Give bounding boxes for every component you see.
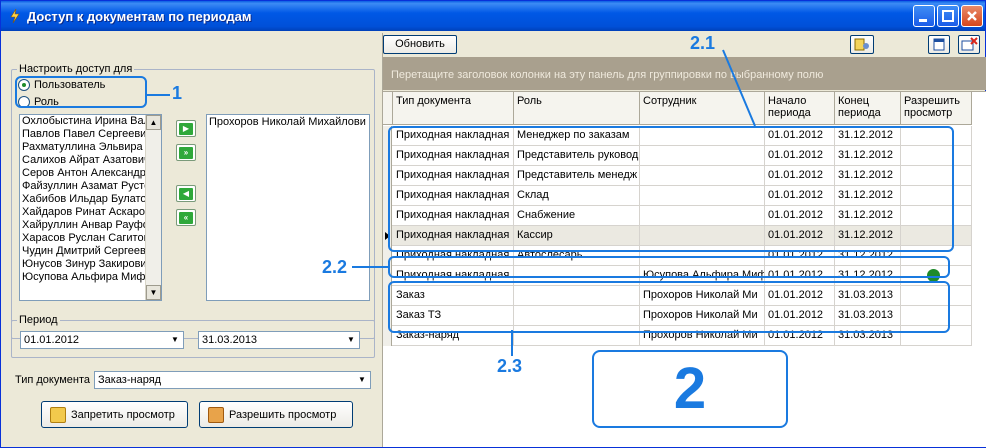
access-for-group: Настроить доступ для Пользователь Роль О… [11, 63, 375, 339]
user-list-item[interactable]: Салихов Айрат Азатович [20, 154, 161, 167]
annotation-box-2-2 [388, 256, 950, 278]
close-window-icon [961, 37, 978, 51]
annotation-label-2: 2 [592, 350, 788, 428]
doc-type-value: Заказ-наряд [98, 374, 162, 386]
annotation-label-2-1: 2.1 [690, 33, 716, 53]
users-listbox[interactable]: Охлобыстина Ирина Вале Павлов Павел Серге… [19, 114, 162, 301]
deny-view-button[interactable]: Запретить просмотр [41, 401, 188, 428]
user-list-item[interactable]: Хайдаров Ринат Аскаров [20, 206, 161, 219]
annotation-box-2-3 [388, 281, 950, 333]
allow-view-button[interactable]: Разрешить просмотр [199, 401, 353, 428]
doc-type-label: Тип документа [15, 374, 91, 386]
remove-all-button[interactable]: « [176, 209, 196, 226]
user-list-item[interactable]: Рахматуллина Эльвира Д [20, 141, 161, 154]
scroll-down-button[interactable]: ▼ [146, 285, 161, 300]
chevron-down-icon: ▼ [358, 375, 366, 384]
annotation-box-1 [15, 76, 147, 108]
user-list-item[interactable]: Файзуллин Азамат Русте [20, 180, 161, 193]
header-doc-type[interactable]: Тип документа [393, 92, 514, 125]
arrow-right-icon: ▶ [179, 122, 193, 135]
app-icon [10, 8, 20, 24]
settings-icon [854, 38, 869, 51]
maximize-button[interactable] [937, 5, 959, 27]
window-layout-button[interactable] [928, 35, 950, 54]
period-legend: Период [17, 314, 60, 326]
users-list-items: Охлобыстина Ирина Вале Павлов Павел Серге… [20, 115, 161, 284]
grid-toolbar: Обновить [383, 33, 986, 57]
minimize-icon [919, 19, 927, 22]
header-indicator [383, 92, 393, 125]
user-list-item[interactable]: Хабибов Ильдар Булатов [20, 193, 161, 206]
period-from-combo[interactable]: 01.01.2012 ▼ [20, 331, 184, 349]
close-window-button[interactable] [958, 35, 980, 54]
header-employee[interactable]: Сотрудник [640, 92, 765, 125]
selected-list-items: Прохоров Николай Михайлови [207, 115, 369, 128]
period-group: Период 01.01.2012 ▼ 31.03.2013 ▼ [11, 314, 375, 358]
header-role[interactable]: Роль [514, 92, 640, 125]
allow-view-label: Разрешить просмотр [229, 408, 337, 421]
window-icon [933, 38, 945, 51]
user-list-item[interactable]: Хайруллин Анвар Рауфов [20, 219, 161, 232]
refresh-button[interactable]: Обновить [383, 35, 457, 54]
add-all-button[interactable]: » [176, 144, 196, 161]
annotation-label-2-3: 2.3 [497, 356, 523, 376]
users-scrollbar[interactable]: ▲ ▼ [145, 115, 161, 300]
chevron-down-icon: ▼ [171, 335, 179, 344]
doc-type-combo[interactable]: Заказ-наряд ▼ [94, 371, 371, 389]
user-list-item[interactable]: Охлобыстина Ирина Вале [20, 115, 161, 128]
user-list-item[interactable]: Юсупова Альфира Мифта [20, 271, 161, 284]
annotation-label-1: 1 [172, 83, 183, 103]
add-selected-button[interactable]: ▶ [176, 120, 196, 137]
user-list-item[interactable]: Серов Антон Александро [20, 167, 161, 180]
remove-selected-button[interactable]: ◀ [176, 185, 196, 202]
arrow-left-icon: ◀ [179, 187, 193, 200]
scroll-up-button[interactable]: ▲ [146, 115, 161, 130]
deny-view-label: Запретить просмотр [71, 408, 175, 421]
window-title: Доступ к документам по периодам [27, 9, 252, 24]
period-to-value: 31.03.2013 [202, 334, 258, 346]
title-bar[interactable]: Доступ к документам по периодам [1, 1, 985, 31]
annotation-box-2-1 [388, 126, 954, 252]
header-allow-view[interactable]: Разрешить просмотр [901, 92, 972, 125]
key-icon [208, 406, 224, 423]
close-button[interactable] [961, 5, 983, 27]
annotation-label-2-2: 2.2 [322, 257, 348, 277]
lock-icon [50, 406, 66, 423]
user-list-item[interactable]: Юнусов Зинур Закирович [20, 258, 161, 271]
group-settings-button[interactable] [850, 35, 874, 54]
close-icon [967, 11, 977, 21]
maximize-icon [942, 10, 954, 22]
user-list-item[interactable]: Павлов Павел Сергееви [20, 128, 161, 141]
header-period-end[interactable]: Конец периода [835, 92, 901, 125]
period-to-combo[interactable]: 31.03.2013 ▼ [198, 331, 360, 349]
user-list-item[interactable]: Харасов Руслан Сагитов [20, 232, 161, 245]
user-list-item[interactable]: Чудин Дмитрий Сергееви [20, 245, 161, 258]
double-arrow-left-icon: « [179, 211, 193, 224]
chevron-down-icon: ▼ [347, 335, 355, 344]
group-by-panel[interactable]: Перетащите заголовок колонки на эту пане… [383, 57, 986, 90]
selected-list-item[interactable]: Прохоров Николай Михайлови [207, 115, 369, 128]
access-for-legend: Настроить доступ для [17, 63, 135, 75]
grid-header: Тип документа Роль Сотрудник Начало пери… [383, 92, 972, 125]
period-from-value: 01.01.2012 [24, 334, 80, 346]
minimize-button[interactable] [913, 5, 935, 27]
double-arrow-right-icon: » [179, 146, 193, 159]
header-period-start[interactable]: Начало периода [765, 92, 835, 125]
